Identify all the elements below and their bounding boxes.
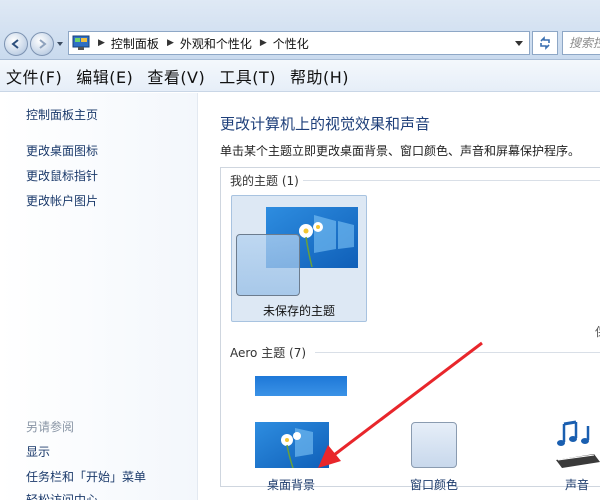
menu-tools[interactable]: 工具(T) (219, 64, 276, 88)
address-toolbar: ▶ 控制面板 ▶ 外观和个性化 ▶ 个性化 搜索控制面板 (0, 0, 600, 60)
menu-view[interactable]: 查看(V) (147, 64, 205, 88)
sidebar-link-taskbar-start-menu[interactable]: 任务栏和「开始」菜单 (26, 468, 146, 485)
window-color-link[interactable]: 窗口颜色 (410, 476, 458, 493)
music-notes-icon (556, 420, 600, 468)
refresh-button[interactable] (532, 31, 558, 55)
refresh-icon (540, 36, 550, 50)
sidebar-link-control-panel-home[interactable]: 控制面板主页 (26, 106, 98, 123)
window-color-thumbnail[interactable] (411, 422, 457, 468)
desktop-background-link[interactable]: 桌面背景 (267, 476, 315, 493)
my-themes-group-label: 我的主题 (1) (230, 174, 299, 188)
control-panel-icon (72, 35, 90, 50)
desktop-background-thumbnail[interactable] (255, 422, 329, 469)
sounds-thumbnail[interactable] (554, 420, 600, 468)
aero-themes-group-label: Aero 主题 (7) (230, 346, 307, 360)
breadcrumb-separator-icon[interactable]: ▶ (260, 38, 267, 48)
sidebar-link-change-desktop-icons[interactable]: 更改桌面图标 (26, 142, 98, 159)
partial-link-text[interactable]: 保 (595, 323, 600, 340)
breadcrumb-separator-icon[interactable]: ▶ (167, 38, 174, 48)
breadcrumb-separator-icon[interactable]: ▶ (98, 38, 105, 48)
sidebar-link-change-account-picture[interactable]: 更改帐户图片 (26, 192, 98, 209)
theme-name-label: 未保存的主题 (262, 304, 335, 318)
theme-card-unsaved[interactable]: 未保存的主题 (231, 195, 367, 322)
aero-theme-thumbnail[interactable] (255, 376, 347, 396)
page-description: 单击某个主题立即更改桌面背景、窗口颜色、声音和屏幕保护程序。 (220, 144, 581, 158)
breadcrumb-control-panel[interactable]: 控制面板 (111, 35, 159, 52)
breadcrumb-appearance[interactable]: 外观和个性化 (180, 35, 252, 52)
recent-pages-dropdown-icon[interactable] (56, 40, 64, 48)
menu-help[interactable]: 帮助(H) (290, 64, 349, 88)
sidebar-link-change-mouse-pointers[interactable]: 更改鼠标指针 (26, 167, 98, 184)
sounds-link[interactable]: 声音 (565, 476, 589, 493)
page-title: 更改计算机上的视觉效果和声音 (220, 115, 431, 133)
sidebar-link-ease-of-access[interactable]: 轻松访问中心 (26, 491, 98, 500)
menu-edit[interactable]: 编辑(E) (76, 64, 133, 88)
search-input[interactable]: 搜索控制面板 (562, 31, 600, 55)
menu-file[interactable]: 文件(F) (6, 64, 62, 88)
sidebar-link-display[interactable]: 显示 (26, 443, 50, 460)
see-also-heading: 另请参阅 (26, 420, 75, 434)
back-arrow-icon (11, 39, 19, 49)
group-divider (315, 352, 600, 353)
theme-window-color-preview (236, 234, 300, 296)
forward-button[interactable] (30, 32, 54, 56)
main-content: 更改计算机上的视觉效果和声音 单击某个主题立即更改桌面背景、窗口颜色、声音和屏幕… (199, 93, 600, 500)
breadcrumb-personalization[interactable]: 个性化 (273, 35, 309, 52)
back-button[interactable] (4, 32, 28, 56)
group-divider (303, 180, 600, 181)
address-field[interactable]: ▶ 控制面板 ▶ 外观和个性化 ▶ 个性化 (68, 31, 530, 55)
menu-bar: 文件(F) 编辑(E) 查看(V) 工具(T) 帮助(H) (0, 60, 600, 92)
left-navigation-pane: 控制面板主页 更改桌面图标 更改鼠标指针 更改帐户图片 另请参阅 显示 任务栏和… (0, 93, 198, 500)
forward-arrow-icon (39, 39, 47, 49)
address-dropdown-icon[interactable] (515, 41, 523, 47)
